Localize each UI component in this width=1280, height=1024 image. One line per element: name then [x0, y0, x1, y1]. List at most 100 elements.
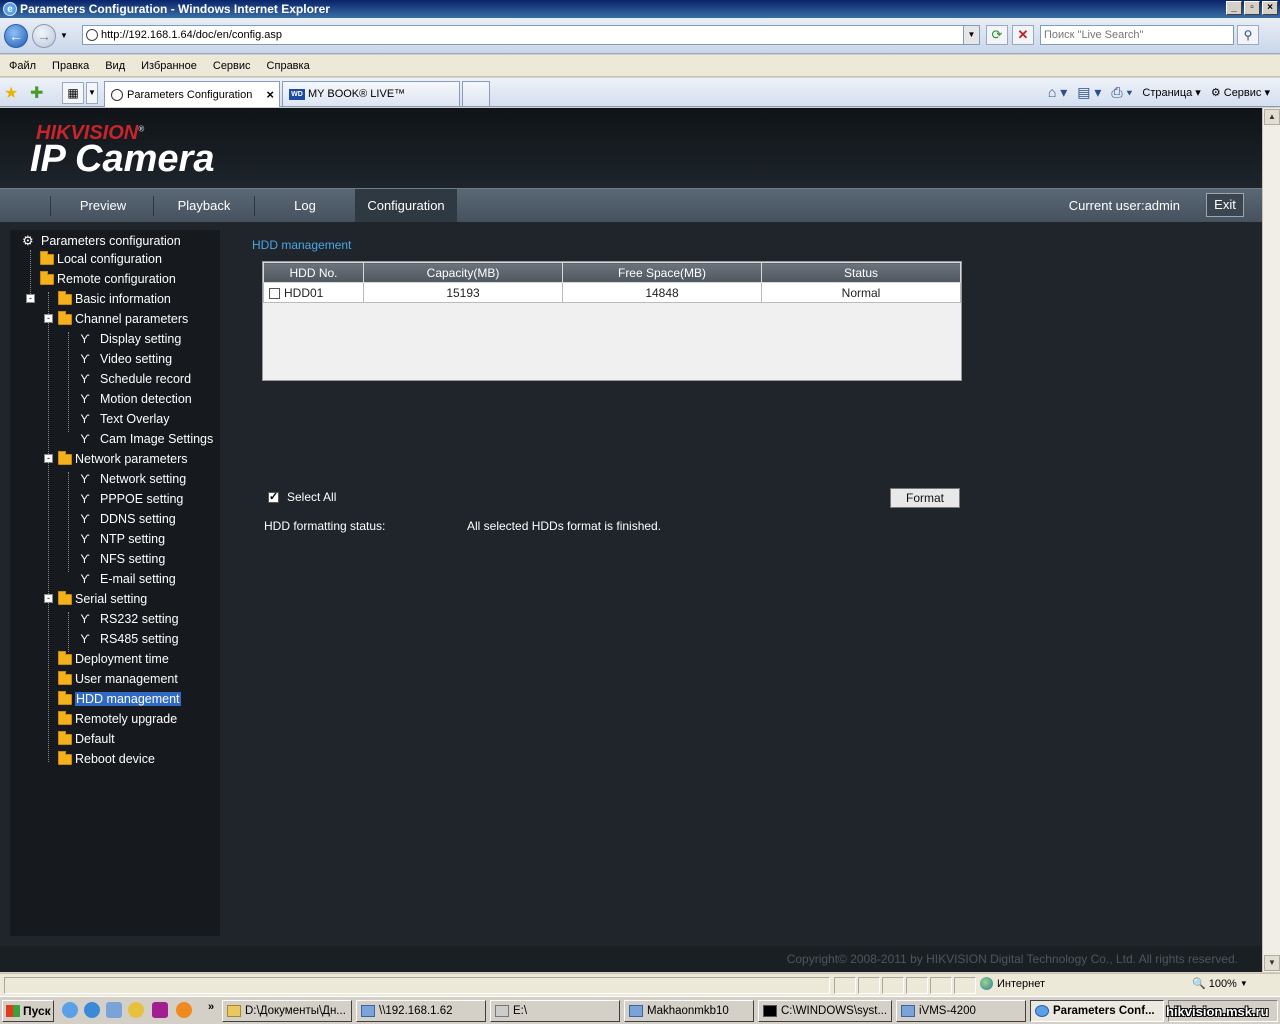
task-drive-e[interactable]: E:\: [490, 1000, 620, 1022]
feeds-icon[interactable]: ▤ ▾: [1077, 84, 1101, 101]
menu-help[interactable]: Справка: [266, 60, 311, 72]
tree-item-schedule-record[interactable]: ϒ Schedule record: [80, 370, 191, 388]
tree-item-local-configuration[interactable]: Local configuration: [40, 250, 162, 268]
tree-item-user-management[interactable]: User management: [58, 670, 178, 688]
tree-item-network-setting[interactable]: ϒ Network setting: [80, 470, 186, 488]
close-button[interactable]: ×: [1262, 1, 1278, 15]
tree-item-default[interactable]: Default: [58, 730, 115, 748]
history-dropdown-icon[interactable]: ▼: [60, 31, 68, 40]
tree-item-pppoe-setting[interactable]: ϒ PPPOE setting: [80, 490, 183, 508]
collapse-icon[interactable]: -: [44, 594, 53, 603]
close-tab-icon[interactable]: ×: [266, 87, 274, 102]
collapse-icon[interactable]: -: [26, 294, 35, 303]
folder-icon: [40, 250, 54, 265]
collapse-icon[interactable]: -: [44, 454, 53, 463]
menu-edit[interactable]: Правка: [51, 60, 90, 72]
add-favorite-icon[interactable]: ✚: [30, 83, 43, 103]
task-makhaon[interactable]: Makhaonmkb10: [624, 1000, 754, 1022]
tree-item-text-overlay[interactable]: ϒ Text Overlay: [80, 410, 169, 428]
tree-item-nfs-setting[interactable]: ϒ NFS setting: [80, 550, 165, 568]
quick-tabs-icon[interactable]: ▦: [62, 82, 84, 104]
tree-item-network-parameters[interactable]: Network parameters: [58, 450, 188, 468]
tree-item-ddns-setting[interactable]: ϒ DDNS setting: [80, 510, 175, 528]
security-zone[interactable]: Интернет: [980, 977, 1045, 990]
menu-favorites[interactable]: Избранное: [140, 60, 198, 72]
tree-item-display-setting[interactable]: ϒ Display setting: [80, 330, 181, 348]
tree-item-motion-detection[interactable]: ϒ Motion detection: [80, 390, 191, 408]
tree-item-basic-information[interactable]: Basic information: [58, 290, 171, 308]
tab-my-book-live[interactable]: WD MY BOOK® LIVE™: [282, 81, 460, 106]
task-parameters-configuration[interactable]: Parameters Conf...: [1030, 1000, 1164, 1022]
tree-item-remote-configuration[interactable]: Remote configuration: [40, 270, 176, 288]
tab-configuration[interactable]: Configuration: [355, 189, 457, 222]
task-network-share[interactable]: \\192.168.1.62: [356, 1000, 486, 1022]
format-button[interactable]: Format: [890, 488, 960, 508]
tree-root-parameters-configuration[interactable]: ⚙ Parameters configuration: [22, 232, 181, 250]
tree-item-video-setting[interactable]: ϒ Video setting: [80, 350, 172, 368]
favorites-star-icon[interactable]: ★: [4, 83, 18, 103]
page-menu[interactable]: Страница ▾: [1142, 86, 1200, 99]
quicklaunch-app-icon[interactable]: [128, 1002, 144, 1018]
zoom-control[interactable]: 🔍 100% ▼: [1192, 977, 1248, 991]
vertical-scrollbar[interactable]: ▲ ▼: [1262, 108, 1280, 972]
table-row[interactable]: HDD01 15193 14848 Normal: [263, 282, 961, 303]
tree-item-ntp-setting[interactable]: ϒ NTP setting: [80, 530, 165, 548]
back-button[interactable]: ←: [4, 24, 28, 48]
print-icon[interactable]: ⎙ ▾: [1111, 84, 1132, 101]
hdd-checkbox[interactable]: [269, 287, 280, 299]
tree-item-channel-parameters[interactable]: Channel parameters: [58, 310, 188, 328]
quicklaunch-explorer-icon[interactable]: [106, 1002, 122, 1018]
tree-item-deployment-time[interactable]: Deployment time: [58, 650, 169, 668]
quicklaunch-firefox-icon[interactable]: [176, 1002, 192, 1018]
zoom-dropdown-icon[interactable]: ▼: [1240, 979, 1248, 988]
tree-item-email-setting[interactable]: ϒ E-mail setting: [80, 570, 175, 588]
select-all-checkbox[interactable]: [268, 490, 279, 503]
page-menu-label: Страница: [1142, 87, 1193, 99]
tree-item-hdd-management[interactable]: HDD management: [58, 690, 181, 708]
stop-button[interactable]: ✕: [1012, 25, 1034, 45]
menu-view[interactable]: Вид: [104, 60, 126, 72]
minimize-button[interactable]: _: [1226, 1, 1242, 15]
search-icon[interactable]: ⚲: [1237, 25, 1259, 45]
forward-button[interactable]: →: [32, 24, 56, 48]
start-button[interactable]: Пуск: [2, 1000, 54, 1022]
task-ivms[interactable]: iVMS-4200: [896, 1000, 1026, 1022]
folder-icon: [58, 710, 72, 725]
home-icon[interactable]: ⌂ ▾: [1048, 84, 1067, 101]
scroll-down-icon[interactable]: ▼: [1264, 955, 1280, 971]
select-all-control[interactable]: Select All: [268, 490, 336, 504]
task-cmd[interactable]: C:\WINDOWS\syst...: [758, 1000, 892, 1022]
menu-tools[interactable]: Сервис: [212, 60, 252, 72]
tab-playback[interactable]: Playback: [153, 189, 255, 222]
tools-menu[interactable]: ⚙ Сервис ▾: [1211, 86, 1270, 99]
globe-icon: [980, 977, 993, 990]
tree-item-remotely-upgrade[interactable]: Remotely upgrade: [58, 710, 177, 728]
tree-item-serial-setting[interactable]: Serial setting: [58, 590, 147, 608]
tab-parameters-configuration[interactable]: Parameters Configuration ×: [104, 81, 280, 107]
scroll-up-icon[interactable]: ▲: [1264, 109, 1280, 125]
task-documents[interactable]: D:\Документы\Дн...: [222, 1000, 352, 1022]
new-tab-button[interactable]: [462, 81, 490, 106]
quicklaunch-ie-icon[interactable]: [62, 1002, 78, 1018]
address-dropdown-icon[interactable]: ▼: [963, 26, 979, 44]
exit-button[interactable]: Exit: [1206, 193, 1244, 217]
refresh-button[interactable]: ⟳: [986, 25, 1008, 45]
quicklaunch-media-icon[interactable]: [84, 1002, 100, 1018]
maximize-button[interactable]: ▫: [1244, 1, 1260, 15]
tree-item-reboot-device[interactable]: Reboot device: [58, 750, 155, 768]
quicklaunch-more-icon[interactable]: »: [208, 1001, 214, 1013]
menu-file[interactable]: Файл: [8, 60, 37, 72]
nav-divider: [50, 196, 51, 216]
collapse-icon[interactable]: -: [44, 314, 53, 323]
tree-item-rs232-setting[interactable]: ϒ RS232 setting: [80, 610, 178, 628]
quicklaunch-app-icon[interactable]: [152, 1002, 168, 1018]
tab-list-dropdown-icon[interactable]: ▼: [86, 82, 98, 104]
tab-log[interactable]: Log: [254, 189, 356, 222]
tree-item-cam-image-settings[interactable]: ϒ Cam Image Settings: [80, 430, 213, 448]
page-icon: [111, 88, 123, 101]
tab-preview[interactable]: Preview: [52, 189, 154, 222]
popup-blocker-icon[interactable]: [954, 977, 976, 994]
search-input[interactable]: Поиск "Live Search": [1040, 25, 1234, 45]
address-input[interactable]: http://192.168.1.64/doc/en/config.asp ▼: [82, 25, 980, 45]
tree-item-rs485-setting[interactable]: ϒ RS485 setting: [80, 630, 178, 648]
